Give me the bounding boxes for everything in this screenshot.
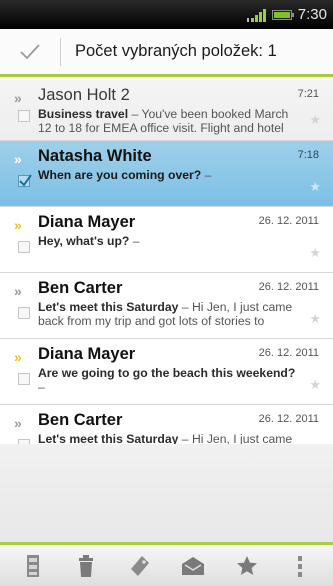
message-snippet: – <box>38 380 45 394</box>
message-subject: Hey, what's up? <box>38 234 130 248</box>
sender-name: Ben Carter <box>38 279 123 297</box>
message-snippet: – <box>129 234 140 248</box>
star-icon[interactable]: ★ <box>309 112 321 128</box>
message-row[interactable]: » Ben Carter 26. 12. 2011 Let's meet thi… <box>0 273 333 339</box>
select-checkbox[interactable] <box>18 110 30 122</box>
message-preview: Business travel – You've been booked Mar… <box>38 107 299 135</box>
message-subject: Are we going to go the beach this weeken… <box>38 366 296 380</box>
chevron-icon: » <box>14 283 22 299</box>
message-subject: Business travel <box>38 107 129 121</box>
message-row[interactable]: » Jason Holt 2 7:21 Business travel – Yo… <box>0 80 333 141</box>
message-row[interactable]: » Diana Mayer 26. 12. 2011 Hey, what's u… <box>0 207 333 273</box>
list-empty-area <box>0 444 333 542</box>
move-to-folder-icon <box>26 554 39 577</box>
chevron-icon: » <box>14 151 22 167</box>
message-subject: Let's meet this Saturday <box>38 300 179 314</box>
chevron-icon: » <box>14 90 22 106</box>
label-button[interactable] <box>120 547 160 585</box>
delete-button[interactable] <box>66 547 106 585</box>
message-subject: When are you coming over? <box>38 168 202 182</box>
message-list: » Jason Holt 2 7:21 Business travel – Yo… <box>0 80 333 471</box>
select-checkbox[interactable] <box>18 174 32 187</box>
sender-name: Ben Carter <box>38 411 123 429</box>
chevron-icon: » <box>14 217 22 233</box>
star-button[interactable] <box>227 547 267 585</box>
message-preview: Let's meet this Saturday – Hi Jen, I jus… <box>38 300 299 328</box>
message-date: 7:18 <box>297 149 319 161</box>
message-date: 26. 12. 2011 <box>258 347 319 359</box>
bottom-action-bar <box>0 542 333 586</box>
label-icon <box>130 555 149 576</box>
star-icon[interactable]: ★ <box>309 179 321 195</box>
message-date: 26. 12. 2011 <box>258 281 319 293</box>
sender-name: Diana Mayer <box>38 213 136 231</box>
more-icon <box>298 555 303 577</box>
thread-count: 2 <box>120 86 130 104</box>
select-checkbox[interactable] <box>18 373 30 385</box>
message-date: 26. 12. 2011 <box>258 215 319 227</box>
page-title: Počet vybraných položek: 1 <box>75 42 277 60</box>
done-button[interactable] <box>0 29 60 74</box>
message-preview: Are we going to go the beach this weeken… <box>38 366 299 394</box>
checkmark-icon <box>19 174 32 187</box>
star-icon[interactable]: ★ <box>309 311 321 327</box>
message-row[interactable]: » Diana Mayer 26. 12. 2011 Are we going … <box>0 339 333 405</box>
mark-read-button[interactable] <box>173 547 213 585</box>
select-checkbox[interactable] <box>18 307 30 319</box>
message-row[interactable]: » Natasha White 7:18 When are you coming… <box>0 141 333 207</box>
message-date: 7:21 <box>297 88 319 100</box>
sender-name: Natasha White <box>38 147 152 165</box>
action-bar: Počet vybraných položek: 1 <box>0 29 333 77</box>
mark-read-icon <box>182 556 205 575</box>
chevron-icon: » <box>14 415 22 431</box>
message-preview: Hey, what's up? – <box>38 234 299 248</box>
signal-icon <box>246 8 266 22</box>
star-icon[interactable]: ★ <box>309 377 321 393</box>
select-checkbox[interactable] <box>18 241 30 253</box>
message-snippet: – <box>201 168 212 182</box>
status-time: 7:30 <box>297 6 327 23</box>
status-bar: 7:30 <box>0 0 333 29</box>
message-preview: When are you coming over? – <box>38 168 299 182</box>
chevron-icon: » <box>14 349 22 365</box>
sender-name: Jason Holt <box>38 86 116 104</box>
more-button[interactable] <box>280 547 320 585</box>
sender-name: Diana Mayer <box>38 345 136 363</box>
star-icon[interactable]: ★ <box>309 245 321 261</box>
move-to-folder-button[interactable] <box>13 547 53 585</box>
checkmark-icon <box>20 43 40 59</box>
message-date: 26. 12. 2011 <box>258 413 319 425</box>
trash-icon <box>79 554 94 577</box>
battery-icon <box>271 9 294 20</box>
star-icon <box>236 555 257 575</box>
